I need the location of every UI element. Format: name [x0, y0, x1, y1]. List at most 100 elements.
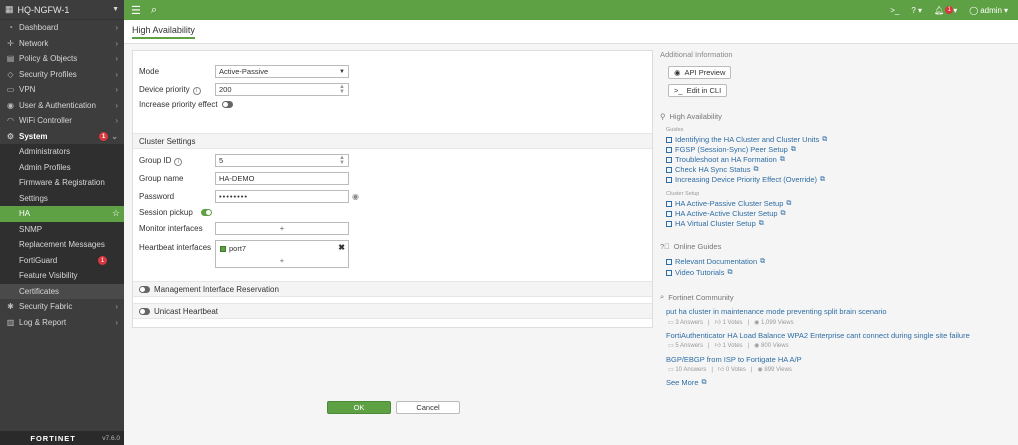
policy-icon: ▤: [6, 54, 15, 64]
increase-priority-toggle[interactable]: [221, 101, 233, 108]
ha-section-heading: ⚲ High Availability: [660, 112, 722, 121]
guide-link[interactable]: Identifying the HA Cluster and Cluster U…: [666, 135, 827, 144]
remove-icon[interactable]: ✖: [338, 243, 345, 252]
monitor-interfaces-add[interactable]: +: [215, 222, 349, 235]
sidebar-item-user-auth[interactable]: ◉ User & Authentication ›: [0, 98, 124, 114]
session-pickup-row: Session pickup: [139, 208, 212, 217]
fabric-icon: ✱: [7, 302, 14, 312]
guide-link[interactable]: Check HA Sync Status ⧉: [666, 165, 758, 174]
sidebar-item-fortiguard[interactable]: FortiGuard 1: [0, 252, 124, 268]
external-link-icon: ⧉: [779, 155, 785, 163]
info-icon[interactable]: i: [174, 157, 183, 166]
spinner-icon[interactable]: ▲ ▼: [339, 155, 345, 166]
title-bar: High Availability: [124, 20, 1018, 44]
cluster-setup-link[interactable]: HA Active-Passive Cluster Setup ⧉: [666, 199, 791, 208]
api-preview-button[interactable]: ◉ API Preview: [668, 66, 732, 79]
heartbeat-add[interactable]: +: [216, 256, 348, 265]
doc-icon: [666, 156, 672, 163]
cluster-settings-header: Cluster Settings: [133, 133, 652, 149]
group-id-input[interactable]: 5 ▲ ▼: [215, 154, 349, 167]
cluster-setup-link[interactable]: HA Active-Active Cluster Setup ⧉: [666, 209, 786, 218]
online-guide-link[interactable]: Video Tutorials ⧉: [666, 268, 732, 277]
group-id-label: Group ID i: [139, 156, 215, 166]
help-icon[interactable]: ? ▾: [911, 6, 922, 15]
external-link-icon: ⧉: [727, 268, 733, 276]
guide-link[interactable]: Troubleshoot an HA Formation ⧉: [666, 155, 785, 164]
eye-icon[interactable]: ◉: [352, 192, 359, 201]
online-guide-link[interactable]: Relevant Documentation ⧉: [666, 257, 765, 266]
sidebar-item-vpn[interactable]: ▭ VPN ›: [0, 82, 124, 98]
sidebar-item-firmware[interactable]: Firmware & Registration: [0, 175, 124, 191]
bell-icon[interactable]: 🔔︎ 1 ▾: [934, 6, 957, 15]
mode-row: Mode Active-Passive ▼: [139, 65, 349, 78]
community-link[interactable]: FortiAuthenticator HA Load Balance WPA2 …: [666, 331, 970, 340]
external-link-icon: ⧉: [820, 175, 825, 183]
sidebar-item-policy-objects[interactable]: ▤ Policy & Objects ›: [0, 51, 124, 67]
guide-link[interactable]: FGSP (Session-Sync) Peer Setup ⧉: [666, 145, 796, 154]
top-bar: ☰ ⌕ >_ ? ▾ 🔔︎ 1 ▾ ◯ admin ▾: [124, 0, 1018, 20]
community-link[interactable]: put ha cluster in maintenance mode preve…: [666, 307, 887, 316]
device-priority-input[interactable]: 200 ▲ ▼: [215, 83, 349, 96]
sidebar: ▦ HQ-NGFW-1 ▼ ◔ Dashboard › ✛ Network › ▤ Pol…: [0, 0, 124, 445]
doc-icon: [666, 136, 672, 143]
info-icon[interactable]: i: [192, 86, 201, 95]
chevron-right-icon: ›: [115, 100, 118, 110]
sidebar-item-administrators[interactable]: Administrators: [0, 144, 124, 160]
sidebar-item-ha[interactable]: HA ☆: [0, 206, 124, 222]
log-icon: ▥: [6, 317, 15, 327]
user-menu[interactable]: ◯ admin ▾: [969, 6, 1008, 15]
terminal-icon[interactable]: >_: [890, 6, 899, 15]
device-name: HQ-NGFW-1: [17, 4, 70, 15]
help-icon: ?⃝: [660, 242, 670, 251]
group-name-input[interactable]: HA-DEMO: [215, 172, 349, 185]
community-heading: ⌕ Fortinet Community: [660, 292, 734, 302]
session-pickup-toggle[interactable]: [200, 209, 212, 216]
notification-count: 1: [945, 6, 954, 14]
doc-icon: [666, 258, 672, 265]
sidebar-item-snmp[interactable]: SNMP: [0, 221, 124, 237]
edit-cli-button[interactable]: >_ Edit in CLI: [668, 84, 728, 97]
ha-form-panel: Mode Active-Passive ▼ Device priority i 20…: [132, 50, 653, 328]
external-link-icon: ⧉: [786, 199, 792, 207]
guide-link[interactable]: Increasing Device Priority Effect (Overr…: [666, 175, 825, 184]
sidebar-item-dashboard[interactable]: ◔ Dashboard ›: [0, 20, 124, 36]
menu-icon[interactable]: ☰: [131, 4, 141, 17]
ok-button[interactable]: OK: [327, 401, 391, 414]
external-link-icon: ⧉: [701, 378, 707, 386]
sidebar-item-replacement-messages[interactable]: Replacement Messages: [0, 237, 124, 253]
sidebar-item-security-profiles[interactable]: ◇ Security Profiles ›: [0, 67, 124, 83]
unicast-heartbeat-toggle[interactable]: [139, 307, 150, 315]
sidebar-item-log-report[interactable]: ▥ Log & Report ›: [0, 315, 124, 331]
fortinet-logo: FORTINET: [30, 433, 76, 443]
star-icon[interactable]: ☆: [112, 208, 120, 219]
sidebar-item-system[interactable]: ⚙ System 1 ⌄: [0, 129, 124, 145]
sidebar-item-feature-visibility[interactable]: Feature Visibility: [0, 268, 124, 284]
port-icon: [220, 245, 226, 252]
gear-icon: ⚙: [6, 131, 15, 141]
wifi-icon: ◠: [7, 116, 14, 126]
community-link[interactable]: BGP/EBGP from ISP to Fortigate HA A/P: [666, 355, 802, 364]
password-input[interactable]: ••••••••: [215, 190, 349, 203]
sidebar-item-certificates[interactable]: Certificates: [0, 283, 124, 299]
mgmt-reservation-toggle[interactable]: [139, 285, 150, 293]
sidebar-item-network[interactable]: ✛ Network ›: [0, 36, 124, 52]
online-guides-heading: ?⃝ Online Guides: [660, 242, 722, 251]
sidebar-item-wifi-controller[interactable]: ◠ WiFi Controller ›: [0, 113, 124, 129]
community-meta: ▭ 3 Answers | 👍︎ 1 Votes | ◉ 1,099 Views: [668, 320, 794, 326]
video-icon: [666, 269, 672, 276]
external-link-icon: ⧉: [790, 145, 796, 153]
sidebar-item-security-fabric[interactable]: ✱ Security Fabric ›: [0, 299, 124, 315]
sidebar-item-admin-profiles[interactable]: Admin Profiles: [0, 159, 124, 175]
see-more-link[interactable]: See More ⧉: [666, 378, 707, 387]
cancel-button[interactable]: Cancel: [396, 401, 460, 414]
device-selector[interactable]: ▦ HQ-NGFW-1 ▼: [0, 0, 124, 20]
cluster-setup-link[interactable]: HA Virtual Cluster Setup ⧉: [666, 219, 764, 228]
mode-select[interactable]: Active-Passive ▼: [215, 65, 349, 78]
spinner-icon[interactable]: ▲ ▼: [339, 84, 345, 95]
sidebar-item-settings[interactable]: Settings: [0, 190, 124, 206]
monitor-interfaces-label: Monitor interfaces: [139, 224, 203, 233]
search-icon[interactable]: ⌕: [151, 4, 157, 17]
dashboard-icon: ◔: [8, 23, 13, 33]
terminal-icon: >_: [674, 86, 683, 95]
chevron-right-icon: ›: [115, 85, 118, 95]
